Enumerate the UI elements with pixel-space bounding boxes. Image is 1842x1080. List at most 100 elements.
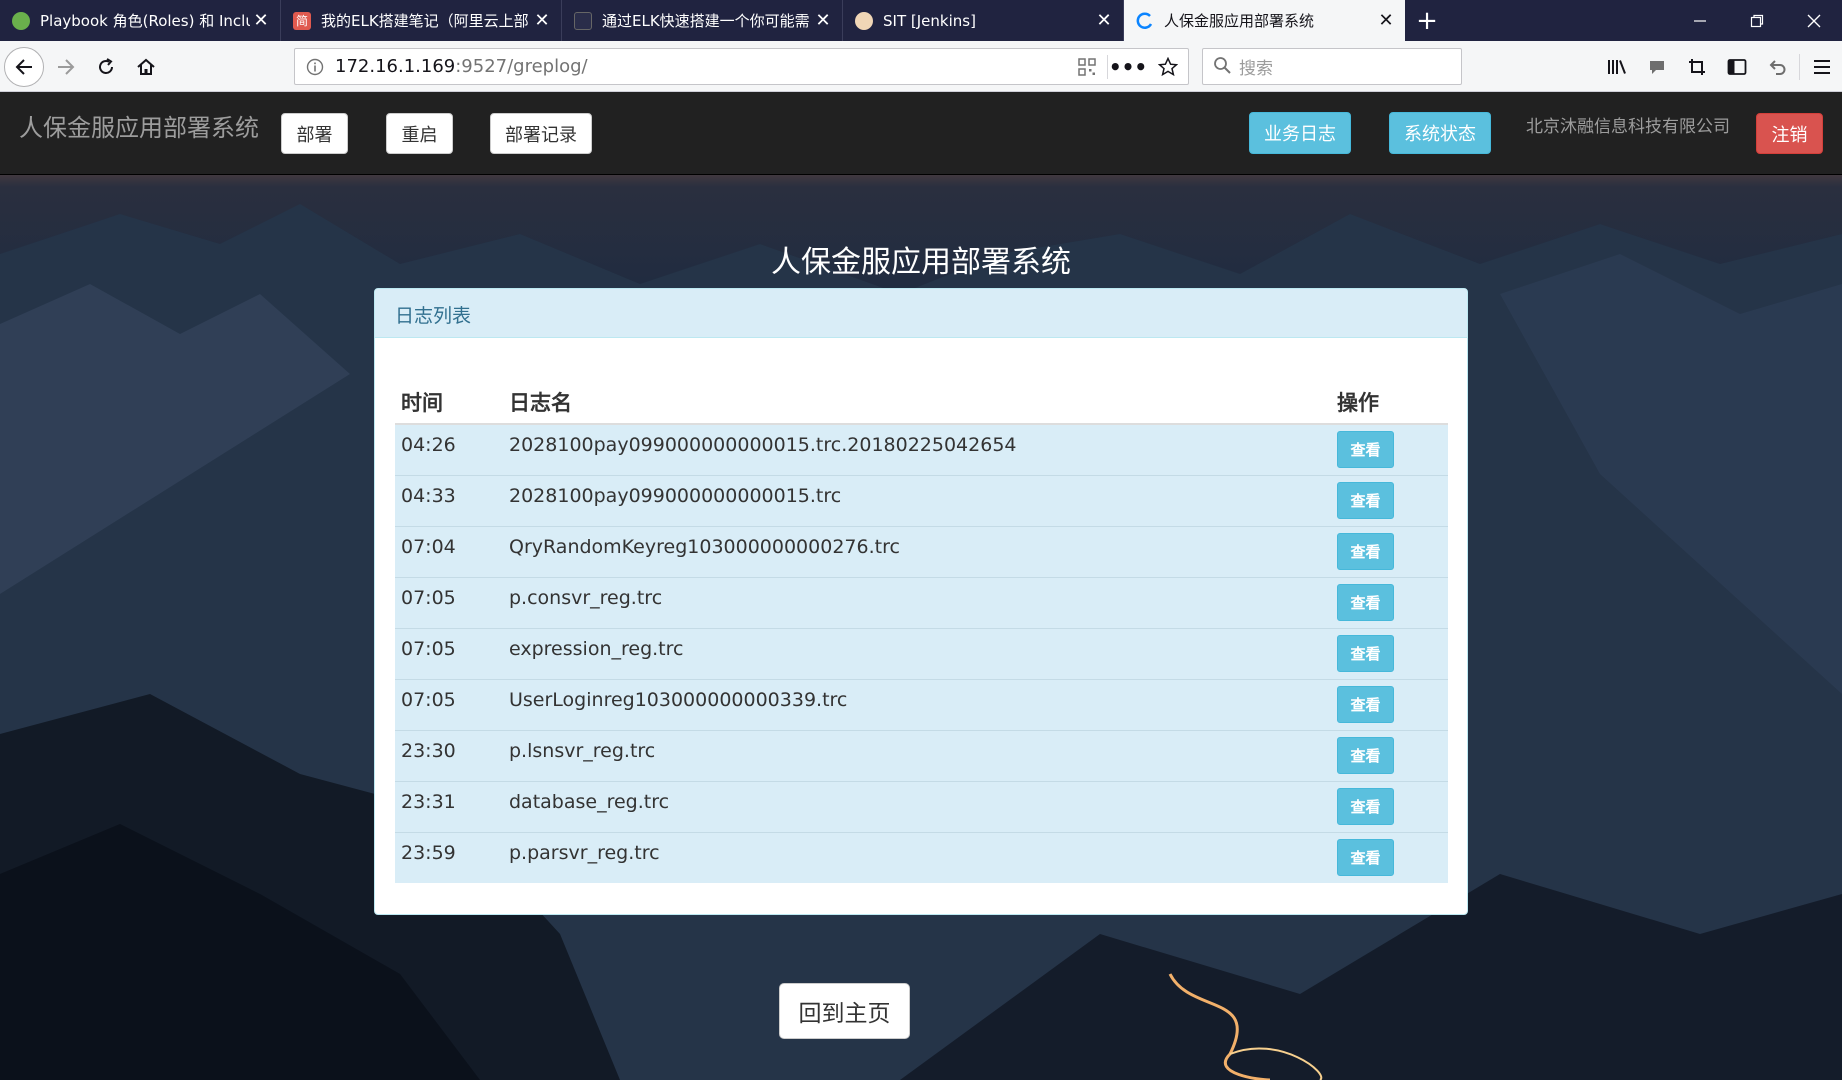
deploy-button[interactable]: 部署 bbox=[281, 113, 348, 154]
table-header-row: 时间 日志名 操作 bbox=[395, 384, 1448, 425]
tab-favicon-icon bbox=[574, 11, 592, 30]
table-row: 23:30 p.lsnsvr_reg.trc 查看 bbox=[395, 729, 1448, 781]
view-log-button[interactable]: 查看 bbox=[1337, 686, 1394, 723]
logout-button[interactable]: 注销 bbox=[1756, 113, 1823, 154]
tab-close-icon[interactable]: ✕ bbox=[250, 10, 272, 32]
view-log-button[interactable]: 查看 bbox=[1337, 788, 1394, 825]
action-cell: 查看 bbox=[1331, 576, 1448, 628]
view-log-button[interactable]: 查看 bbox=[1337, 533, 1394, 570]
page: 人保金服应用部署系统 部署 重启 部署记录 业务日志 系统状态 北京沐融信息科技… bbox=[0, 92, 1842, 1080]
loading-favicon-icon bbox=[1136, 11, 1154, 30]
tab-title: Playbook 角色(Roles) 和 Inclu bbox=[40, 12, 250, 30]
page-title: 人保金服应用部署系统 bbox=[771, 245, 1071, 280]
browser-tab-active[interactable]: 人保金服应用部署系统 ✕ bbox=[1124, 0, 1405, 41]
browser-tab[interactable]: 简 我的ELK搭建笔记（阿里云上部 ✕ bbox=[281, 0, 562, 41]
url-host: 172.16.1.169 bbox=[335, 56, 456, 77]
log-time: 04:26 bbox=[395, 423, 503, 475]
action-cell: 查看 bbox=[1331, 525, 1448, 577]
system-status-button[interactable]: 系统状态 bbox=[1389, 112, 1491, 154]
view-log-button[interactable]: 查看 bbox=[1337, 839, 1394, 877]
tab-close-icon[interactable]: ✕ bbox=[812, 10, 834, 32]
forward-arrow-icon[interactable] bbox=[46, 47, 86, 87]
minimize-icon[interactable] bbox=[1671, 0, 1728, 41]
deploy-records-button[interactable]: 部署记录 bbox=[490, 113, 592, 154]
view-log-button[interactable]: 查看 bbox=[1337, 431, 1394, 469]
table-row: 07:05 p.consvr_reg.trc 查看 bbox=[395, 576, 1448, 628]
action-cell: 查看 bbox=[1331, 729, 1448, 781]
jenkins-favicon-icon bbox=[855, 11, 873, 30]
table-row: 07:05 UserLoginreg103000000000339.trc 查看 bbox=[395, 678, 1448, 730]
window-controls bbox=[1671, 0, 1842, 41]
url-path: :9527/greplog/ bbox=[455, 56, 588, 77]
bookmark-star-icon[interactable] bbox=[1148, 49, 1188, 84]
tab-title: 我的ELK搭建笔记（阿里云上部 bbox=[321, 12, 529, 30]
tab-favicon-icon bbox=[12, 11, 30, 30]
log-time: 23:30 bbox=[395, 729, 503, 781]
view-log-button[interactable]: 查看 bbox=[1337, 737, 1394, 774]
log-time: 07:05 bbox=[395, 627, 503, 679]
view-log-button[interactable]: 查看 bbox=[1337, 584, 1394, 621]
sidebar-icon[interactable] bbox=[1717, 47, 1757, 87]
log-time: 07:05 bbox=[395, 678, 503, 730]
column-header-time: 时间 bbox=[395, 384, 503, 425]
back-to-home-button[interactable]: 回到主页 bbox=[779, 983, 910, 1039]
column-header-action: 操作 bbox=[1331, 384, 1448, 425]
tab-title: 人保金服应用部署系统 bbox=[1164, 12, 1315, 30]
back-arrow-icon[interactable] bbox=[4, 47, 44, 87]
business-log-button[interactable]: 业务日志 bbox=[1249, 112, 1351, 154]
view-log-button[interactable]: 查看 bbox=[1337, 482, 1394, 519]
chat-bubble-icon[interactable] bbox=[1637, 47, 1677, 87]
address-bar[interactable]: 172.16.1.169 :9527/greplog/ ••• bbox=[294, 48, 1189, 85]
view-log-button[interactable]: 查看 bbox=[1337, 635, 1394, 672]
log-time: 23:59 bbox=[395, 831, 503, 883]
panel-title: 日志列表 bbox=[375, 289, 1467, 338]
log-time: 23:31 bbox=[395, 780, 503, 832]
log-name: p.parsvr_reg.trc bbox=[503, 831, 1331, 883]
tab-title: SIT [Jenkins] bbox=[883, 11, 976, 30]
tab-close-icon[interactable]: ✕ bbox=[531, 10, 553, 32]
tab-close-icon[interactable]: ✕ bbox=[1093, 10, 1115, 32]
browser-tab[interactable]: Playbook 角色(Roles) 和 Inclu ✕ bbox=[0, 0, 281, 41]
home-icon[interactable] bbox=[126, 47, 166, 87]
search-icon bbox=[1213, 56, 1231, 78]
action-cell: 查看 bbox=[1331, 678, 1448, 730]
log-name: UserLoginreg103000000000339.trc bbox=[503, 678, 1331, 730]
tab-favicon-icon: 简 bbox=[293, 11, 311, 30]
toolbar-icons bbox=[1597, 47, 1842, 87]
log-name: database_reg.trc bbox=[503, 780, 1331, 832]
undo-arrow-icon[interactable] bbox=[1757, 47, 1797, 87]
log-name: p.consvr_reg.trc bbox=[503, 576, 1331, 628]
crop-icon[interactable] bbox=[1677, 47, 1717, 87]
page-actions-icon[interactable]: ••• bbox=[1108, 49, 1148, 84]
table-row: 07:04 QryRandomKeyreg103000000000276.trc 查… bbox=[395, 525, 1448, 577]
reload-icon[interactable] bbox=[86, 47, 126, 87]
table-row: 04:33 2028100pay099000000000015.trc 查看 bbox=[395, 474, 1448, 526]
log-name: p.lsnsvr_reg.trc bbox=[503, 729, 1331, 781]
table-row: 07:05 expression_reg.trc 查看 bbox=[395, 627, 1448, 679]
log-time: 07:05 bbox=[395, 576, 503, 628]
tab-title: 通过ELK快速搭建一个你可能需 bbox=[602, 12, 810, 30]
log-name: expression_reg.trc bbox=[503, 627, 1331, 679]
restart-button[interactable]: 重启 bbox=[386, 113, 453, 154]
search-placeholder: 搜索 bbox=[1239, 59, 1273, 79]
log-list-panel: 日志列表 时间 日志名 操作 04:26 2028100pay0990000000… bbox=[374, 288, 1468, 915]
qr-code-icon[interactable] bbox=[1067, 49, 1107, 84]
new-tab-icon[interactable]: + bbox=[1405, 0, 1449, 41]
hamburger-menu-icon[interactable] bbox=[1802, 47, 1842, 87]
action-cell: 查看 bbox=[1331, 780, 1448, 832]
library-icon[interactable] bbox=[1597, 47, 1637, 87]
column-header-log-name: 日志名 bbox=[503, 384, 1331, 425]
brand-title[interactable]: 人保金服应用部署系统 bbox=[19, 108, 259, 143]
table-row: 23:59 p.parsvr_reg.trc 查看 bbox=[395, 831, 1448, 883]
action-cell: 查看 bbox=[1331, 474, 1448, 526]
window-close-icon[interactable] bbox=[1785, 0, 1842, 41]
browser-tab[interactable]: 通过ELK快速搭建一个你可能需 ✕ bbox=[562, 0, 843, 41]
restore-icon[interactable] bbox=[1728, 0, 1785, 41]
table-row: 04:26 2028100pay099000000000015.trc.20180… bbox=[395, 423, 1448, 475]
tab-close-icon[interactable]: ✕ bbox=[1375, 10, 1397, 32]
action-cell: 查看 bbox=[1331, 627, 1448, 679]
search-bar[interactable]: 搜索 bbox=[1202, 48, 1462, 85]
log-time: 07:04 bbox=[395, 525, 503, 577]
site-info-icon[interactable] bbox=[295, 58, 335, 76]
browser-tab[interactable]: SIT [Jenkins] ✕ bbox=[843, 0, 1124, 41]
